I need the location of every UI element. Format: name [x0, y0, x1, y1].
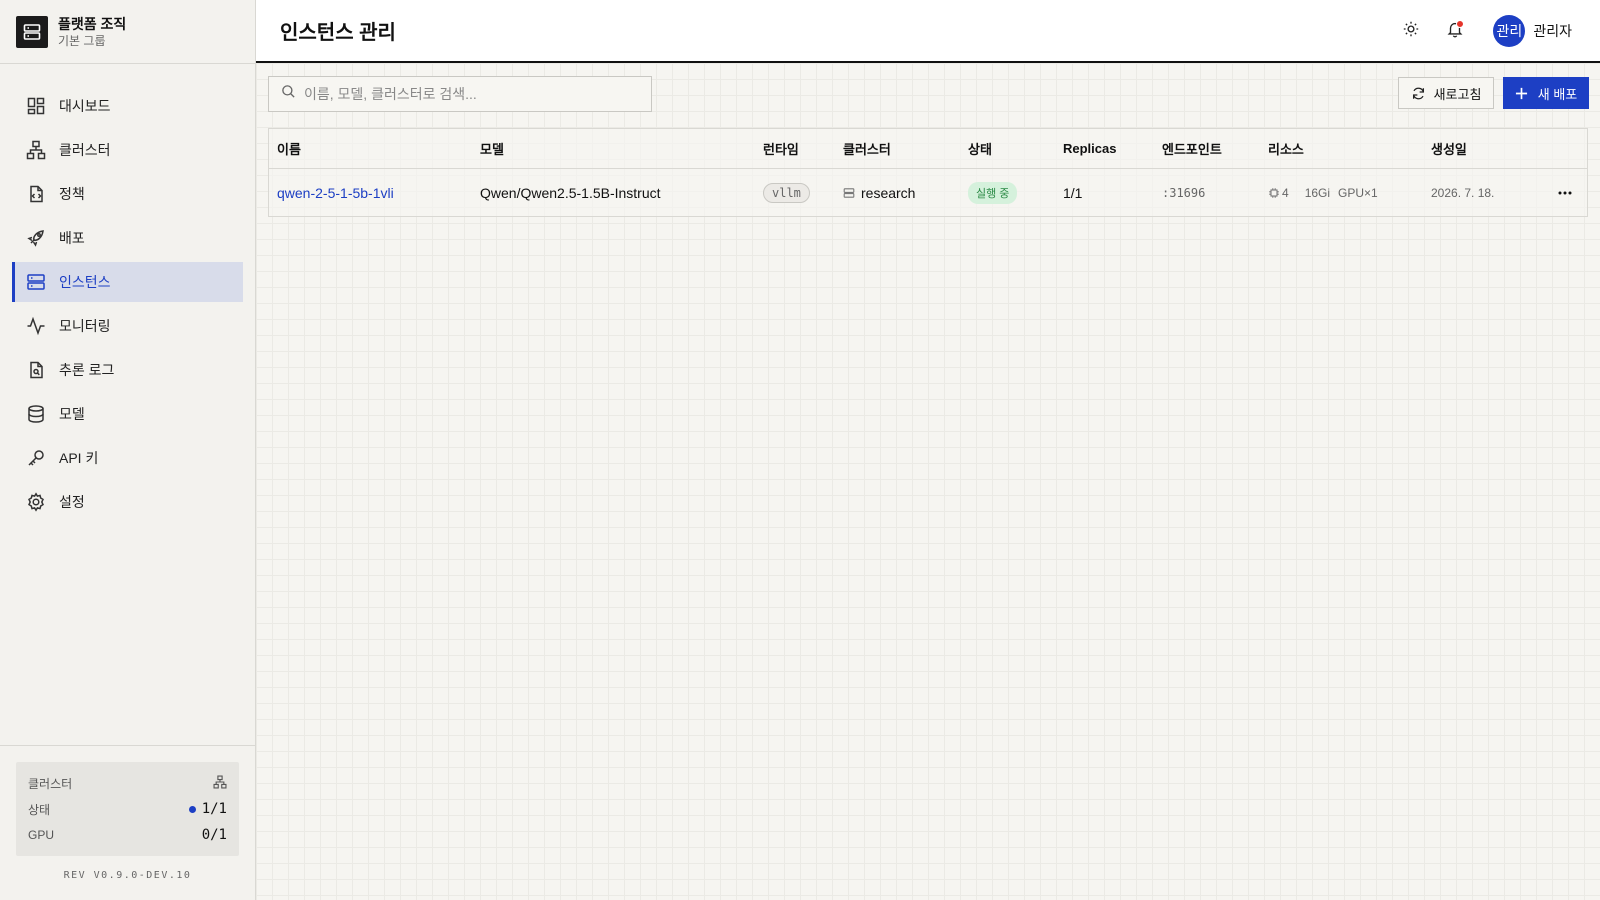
- gpu-label: GPU: [28, 828, 55, 842]
- cluster-summary-card: 클러스터 상태 1/1 GPU 0/1: [16, 762, 239, 856]
- sidebar-item-label: 모니터링: [59, 318, 111, 334]
- cluster-status-label: 상태: [28, 802, 51, 817]
- revision-label: REV V0.9.0-DEV.10: [63, 870, 192, 881]
- gear-icon: [26, 492, 46, 512]
- column-header-model[interactable]: 모델: [480, 139, 504, 158]
- avatar: 관리: [1493, 15, 1526, 47]
- refresh-button-label: 새로고침: [1433, 86, 1482, 102]
- sun-icon: [1402, 20, 1420, 43]
- cpu-count: 4: [1282, 185, 1289, 200]
- policy-icon: [26, 184, 46, 204]
- main-area: 인스턴스 관리 관리 관리자 이름, 모델, 클러스터로 검색... 새로고침 …: [256, 0, 1600, 900]
- server-logo-icon: [16, 15, 48, 48]
- search-icon: [281, 84, 296, 104]
- table-row[interactable]: qwen-2-5-1-5b-1vli Qwen/Qwen2.5-1.5B-Ins…: [269, 169, 1587, 216]
- dashboard-icon: [26, 96, 46, 116]
- sidebar-item-label: 인스턴스: [59, 274, 111, 290]
- server-icon: [26, 272, 46, 292]
- activity-icon: [26, 316, 46, 336]
- sidebar-item-dashboard[interactable]: 대시보드: [12, 86, 243, 126]
- key-icon: [26, 448, 46, 468]
- instance-model: Qwen/Qwen2.5-1.5B-Instruct: [480, 184, 661, 201]
- sidebar-item-monitoring[interactable]: 모니터링: [12, 306, 243, 346]
- cluster-icon: [213, 774, 227, 792]
- column-header-cluster[interactable]: 클러스터: [843, 139, 891, 158]
- cluster-status-value: 1/1: [201, 801, 227, 817]
- column-header-created[interactable]: 생성일: [1431, 139, 1467, 158]
- sidebar-item-label: 모델: [59, 406, 85, 422]
- cluster-icon: [26, 140, 46, 160]
- row-actions-button[interactable]: [1557, 185, 1573, 201]
- sidebar: 플랫폼 조직 기본 그룹 대시보드 클러스터 정책 배포 인스턴스 모니터링 추…: [0, 0, 256, 900]
- sidebar-item-settings[interactable]: 설정: [12, 482, 243, 522]
- user-menu[interactable]: 관리 관리자: [1493, 15, 1572, 47]
- sidebar-item-label: 정책: [59, 186, 85, 202]
- database-icon: [26, 404, 46, 424]
- sidebar-item-label: 대시보드: [59, 98, 111, 114]
- refresh-button[interactable]: 새로고침: [1398, 77, 1494, 109]
- search-input[interactable]: [304, 86, 634, 102]
- theme-toggle-button[interactable]: [1393, 13, 1429, 49]
- plus-icon: [1515, 87, 1528, 100]
- cluster-summary-title: 클러스터: [28, 776, 73, 791]
- sidebar-item-api-keys[interactable]: API 키: [12, 438, 243, 478]
- search-box: [268, 76, 652, 112]
- notifications-button[interactable]: [1437, 13, 1473, 49]
- sidebar-item-models[interactable]: 모델: [12, 394, 243, 434]
- sidebar-item-label: 설정: [59, 494, 85, 510]
- org-name: 플랫폼 조직: [58, 15, 127, 32]
- cpu-icon: [1268, 187, 1280, 199]
- rocket-icon: [26, 228, 46, 248]
- log-icon: [26, 360, 46, 380]
- sidebar-item-label: 배포: [59, 230, 85, 246]
- sidebar-item-deploy[interactable]: 배포: [12, 218, 243, 258]
- page-title: 인스턴스 관리: [280, 22, 396, 44]
- new-deploy-button[interactable]: 새 배포: [1503, 77, 1589, 109]
- sidebar-item-instances[interactable]: 인스턴스: [12, 262, 243, 302]
- column-header-replicas[interactable]: Replicas: [1063, 141, 1116, 156]
- table-header: 이름 모델 런타임 클러스터 상태 Replicas 엔드포인트 리소스 생성일: [269, 129, 1587, 169]
- column-header-resources[interactable]: 리소스: [1268, 139, 1304, 158]
- sidebar-item-label: API 키: [59, 450, 99, 466]
- sidebar-item-policies[interactable]: 정책: [12, 174, 243, 214]
- column-header-status[interactable]: 상태: [968, 139, 992, 158]
- org-group: 기본 그룹: [58, 33, 106, 48]
- more-horizontal-icon: [1557, 185, 1573, 201]
- refresh-icon: [1411, 86, 1426, 101]
- status-badge: 실행 중: [968, 181, 1018, 204]
- column-header-endpoint[interactable]: 엔드포인트: [1162, 139, 1222, 158]
- column-header-name[interactable]: 이름: [277, 139, 301, 158]
- sidebar-item-inference-logs[interactable]: 추론 로그: [12, 350, 243, 390]
- gpu-value: 0/1: [201, 827, 227, 843]
- instance-name-link[interactable]: qwen-2-5-1-5b-1vli: [277, 185, 394, 201]
- instances-table: 이름 모델 런타임 클러스터 상태 Replicas 엔드포인트 리소스 생성일…: [268, 128, 1588, 217]
- server-icon: [843, 187, 855, 199]
- column-header-runtime[interactable]: 런타임: [763, 139, 799, 158]
- instance-cluster-name: research: [861, 184, 916, 201]
- instance-endpoint: :31696: [1162, 185, 1206, 200]
- instance-resources: 4 16Gi GPU×1: [1268, 186, 1386, 200]
- instance-cluster: research: [843, 185, 915, 201]
- status-dot: [188, 805, 196, 813]
- sidebar-item-label: 추론 로그: [59, 362, 115, 378]
- sidebar-nav: 대시보드 클러스터 정책 배포 인스턴스 모니터링 추론 로그 모델 API 키…: [0, 64, 255, 522]
- content-area: 새로고침 새 배포 이름 모델 런타임 클러스터 상태 Replicas 엔드포…: [256, 63, 1600, 900]
- top-bar: 인스턴스 관리 관리 관리자: [256, 0, 1600, 63]
- gpu-count: GPU×1: [1338, 185, 1378, 200]
- new-deploy-button-label: 새 배포: [1537, 86, 1578, 102]
- user-name: 관리자: [1533, 23, 1572, 39]
- sidebar-item-clusters[interactable]: 클러스터: [12, 130, 243, 170]
- instance-replicas: 1/1: [1063, 184, 1083, 201]
- sidebar-footer: 클러스터 상태 1/1 GPU 0/1 REV V0.9.0-DEV.10: [0, 745, 255, 900]
- instance-created-date: 2026. 7. 18.: [1431, 185, 1495, 200]
- sidebar-item-label: 클러스터: [59, 142, 111, 158]
- memory-amount: 16Gi: [1304, 185, 1331, 200]
- org-switcher[interactable]: 플랫폼 조직 기본 그룹: [0, 0, 255, 64]
- runtime-chip: vllm: [763, 182, 810, 203]
